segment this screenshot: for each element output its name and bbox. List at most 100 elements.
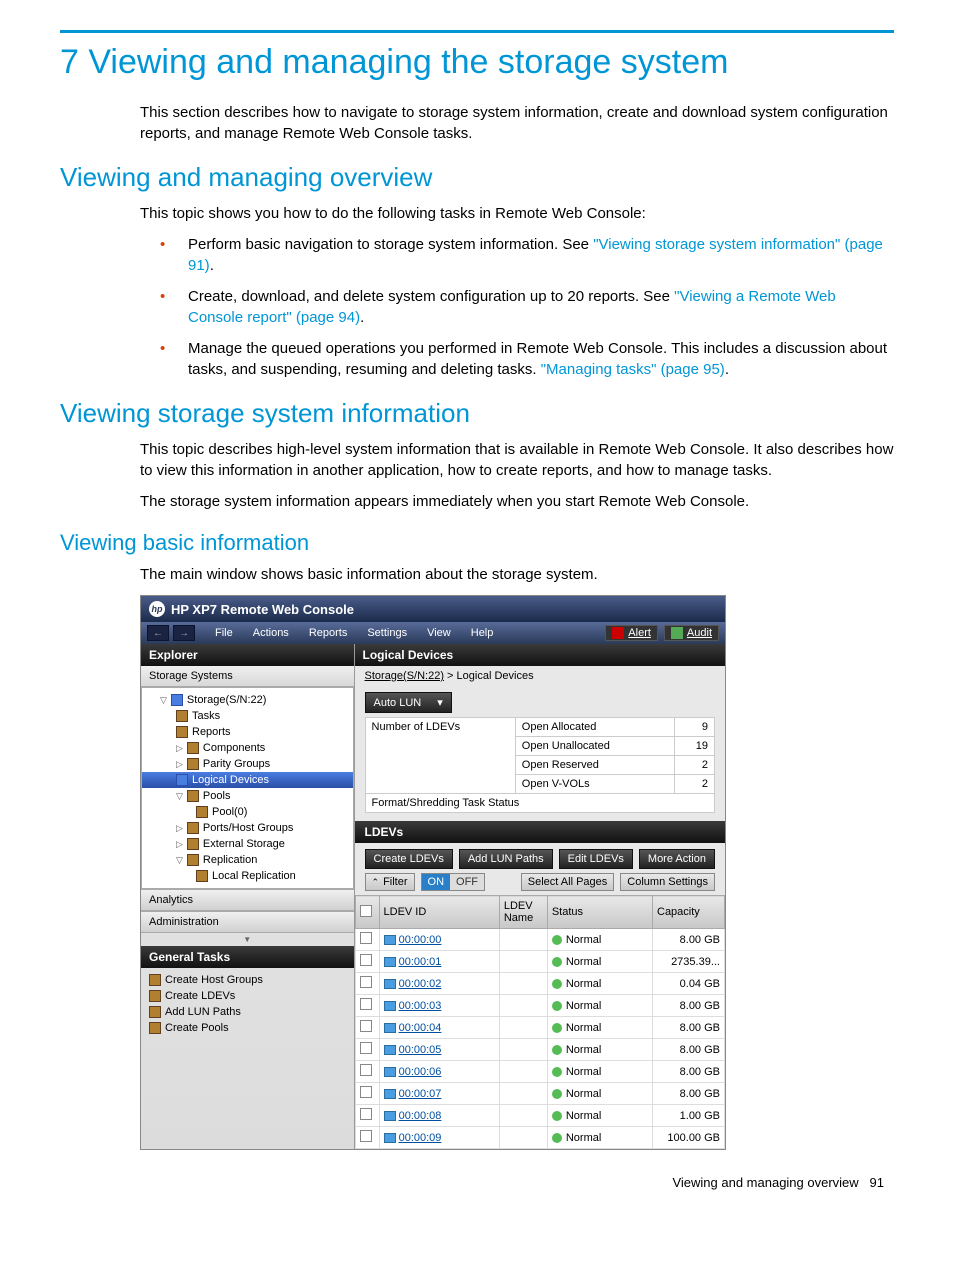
tree-external-storage[interactable]: ▷External Storage [142,836,353,852]
storage-systems-header[interactable]: Storage Systems [141,666,354,687]
expand-icon: ▽ [160,695,167,706]
tree-ports-host-groups[interactable]: ▷Ports/Host Groups [142,820,353,836]
task-add-lun-paths[interactable]: Add LUN Paths [149,1004,346,1020]
alert-icon [612,627,624,639]
volume-icon [384,1067,396,1077]
row-checkbox[interactable] [360,1130,372,1142]
menu-view[interactable]: View [427,627,451,639]
ldev-link[interactable]: 00:00:00 [399,934,442,946]
col-ldev-id[interactable]: LDEV ID [379,896,499,929]
ldev-link[interactable]: 00:00:06 [399,1066,442,1078]
col-ldev-name[interactable]: LDEV Name [499,896,547,929]
select-all-pages-button[interactable]: Select All Pages [521,873,615,891]
administration-header[interactable]: Administration [141,911,354,933]
table-row[interactable]: 00:00:02Normal0.04 GB [355,973,724,995]
ldev-link[interactable]: 00:00:01 [399,956,442,968]
ldev-link[interactable]: 00:00:05 [399,1044,442,1056]
tree-reports[interactable]: Reports [142,724,353,740]
ldev-link[interactable]: 00:00:04 [399,1022,442,1034]
breadcrumb-root[interactable]: Storage(S/N:22) [365,670,444,682]
tree-replication[interactable]: ▽Replication [142,852,353,868]
table-row[interactable]: 00:00:04Normal8.00 GB [355,1017,724,1039]
table-row[interactable]: 00:00:09Normal100.00 GB [355,1127,724,1149]
column-settings-button[interactable]: Column Settings [620,873,715,891]
page-footer: Viewing and managing overview 91 [60,1175,894,1190]
table-row[interactable]: 00:00:06Normal8.00 GB [355,1061,724,1083]
menu-file[interactable]: File [215,627,233,639]
row-checkbox[interactable] [360,1042,372,1054]
edit-ldevs-button[interactable]: Edit LDEVs [559,849,633,869]
col-capacity[interactable]: Capacity [653,896,725,929]
ldevs-icon [149,990,161,1002]
expand-icon: ▷ [176,743,183,754]
ldev-link[interactable]: 00:00:09 [399,1132,442,1144]
row-checkbox[interactable] [360,1108,372,1120]
expand-more-icon[interactable]: ▼ [141,933,354,946]
link-managing-tasks[interactable]: "Managing tasks" (page 95) [541,361,725,378]
table-row[interactable]: 00:00:03Normal8.00 GB [355,995,724,1017]
ldevs-header: LDEVs [355,821,725,843]
menu-help[interactable]: Help [471,627,494,639]
basic-info-p: The main window shows basic information … [140,564,894,585]
row-checkbox[interactable] [360,976,372,988]
subsection-heading-basic-info: Viewing basic information [60,530,894,556]
task-create-pools[interactable]: Create Pools [149,1020,346,1036]
table-row[interactable]: 00:00:08Normal1.00 GB [355,1105,724,1127]
task-create-host-groups[interactable]: Create Host Groups [149,972,346,988]
host-groups-icon [149,974,161,986]
storage-icon [171,694,183,706]
menu-reports[interactable]: Reports [309,627,348,639]
filter-button[interactable]: ⌃Filter [365,873,415,891]
ldev-link[interactable]: 00:00:08 [399,1110,442,1122]
col-status[interactable]: Status [547,896,652,929]
more-actions-button[interactable]: More Action [639,849,715,869]
auto-lun-dropdown[interactable]: Auto LUN▾ [365,692,452,713]
row-checkbox[interactable] [360,1086,372,1098]
ldev-link[interactable]: 00:00:07 [399,1088,442,1100]
num-ldevs-label: Number of LDEVs [365,718,515,794]
task-create-ldevs[interactable]: Create LDEVs [149,988,346,1004]
menu-actions[interactable]: Actions [253,627,289,639]
nav-forward-button[interactable]: → [173,625,195,641]
menu-settings[interactable]: Settings [367,627,407,639]
table-row[interactable]: 00:00:05Normal8.00 GB [355,1039,724,1061]
status-dot-icon [552,935,562,945]
ldev-link[interactable]: 00:00:03 [399,1000,442,1012]
tree-components[interactable]: ▷Components [142,740,353,756]
ports-icon [187,822,199,834]
format-shredding-status: Format/Shredding Task Status [365,794,714,813]
status-dot-icon [552,1023,562,1033]
filter-toggle[interactable]: ONOFF [421,873,486,891]
tree-pool0[interactable]: Pool(0) [142,804,353,820]
table-row[interactable]: 00:00:01Normal2735.39... [355,951,724,973]
add-lun-paths-button[interactable]: Add LUN Paths [459,849,553,869]
table-row[interactable]: 00:00:00Normal8.00 GB [355,929,724,951]
replication-icon [187,854,199,866]
audit-button[interactable]: Audit [664,625,719,641]
analytics-header[interactable]: Analytics [141,889,354,911]
open-unallocated-label: Open Unallocated [515,737,674,756]
create-ldevs-button[interactable]: Create LDEVs [365,849,453,869]
expand-icon: ▷ [176,823,183,834]
tree-pools[interactable]: ▽Pools [142,788,353,804]
tree-root[interactable]: ▽Storage(S/N:22) [142,692,353,708]
row-checkbox[interactable] [360,954,372,966]
tree-local-replication[interactable]: Local Replication [142,868,353,884]
row-checkbox[interactable] [360,998,372,1010]
nav-back-button[interactable]: ← [147,625,169,641]
breadcrumb-leaf: Logical Devices [457,670,534,682]
tree-tasks[interactable]: Tasks [142,708,353,724]
tree-parity-groups[interactable]: ▷Parity Groups [142,756,353,772]
table-row[interactable]: 00:00:07Normal8.00 GB [355,1083,724,1105]
select-all-checkbox[interactable] [360,905,372,917]
open-reserved-label: Open Reserved [515,756,674,775]
expand-icon: ▽ [176,855,183,866]
row-checkbox[interactable] [360,932,372,944]
alert-button[interactable]: Alert [605,625,658,641]
bullet-1: Perform basic navigation to storage syst… [160,234,894,276]
status-dot-icon [552,957,562,967]
ldev-link[interactable]: 00:00:02 [399,978,442,990]
row-checkbox[interactable] [360,1064,372,1076]
tree-logical-devices[interactable]: Logical Devices [142,772,353,788]
row-checkbox[interactable] [360,1020,372,1032]
